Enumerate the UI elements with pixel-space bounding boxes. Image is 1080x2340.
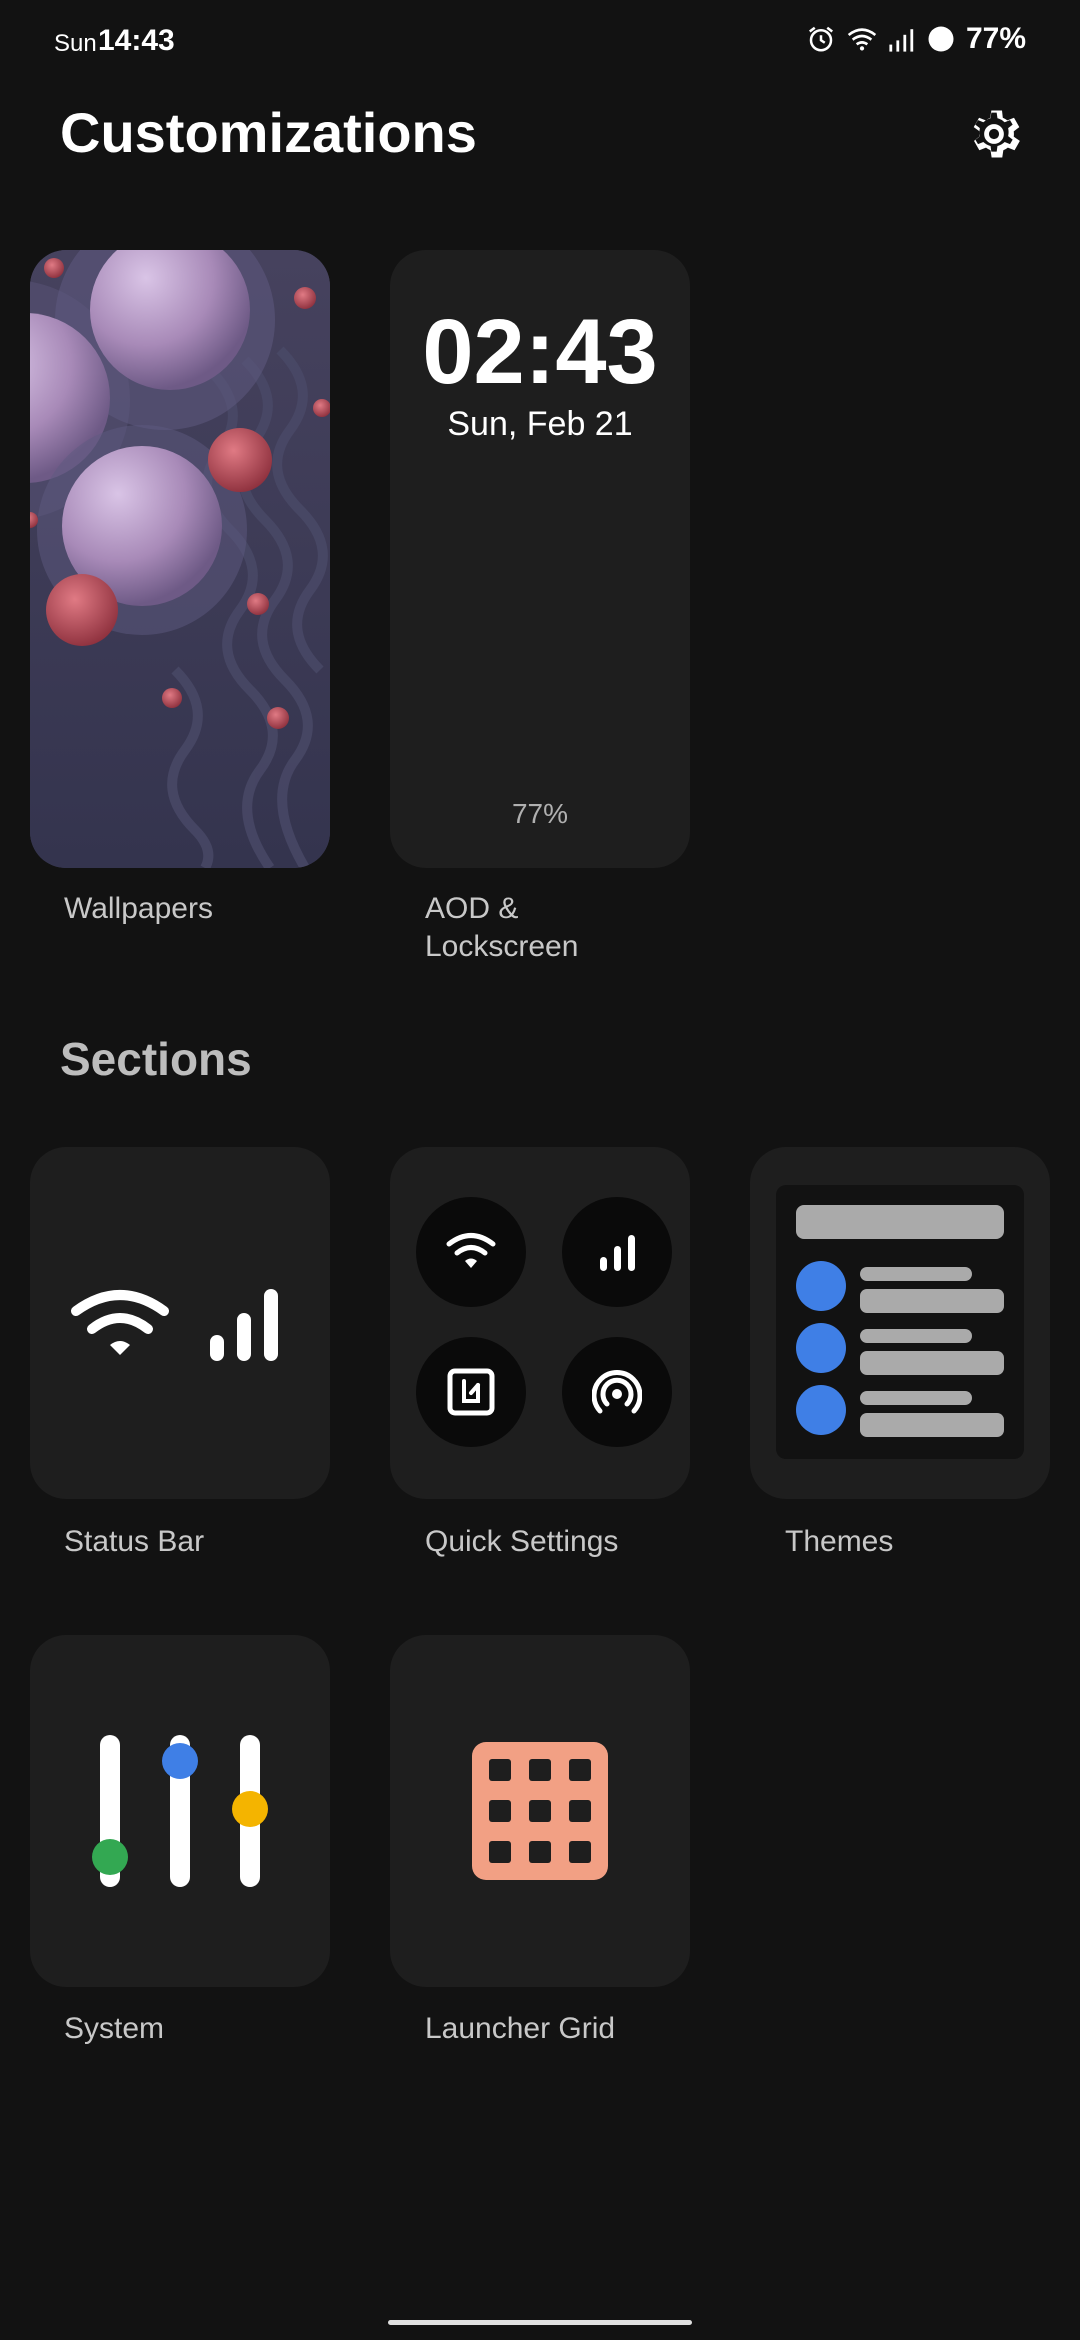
status-bar: Sun 14:43 77%: [0, 0, 1080, 80]
themes-preview-header: [796, 1205, 1004, 1239]
quick-settings-card[interactable]: [390, 1147, 690, 1499]
wallpaper-preview: [30, 250, 330, 868]
wallpapers-card[interactable]: [30, 250, 330, 868]
system-label: System: [64, 2012, 165, 2045]
status-day: Sun: [54, 30, 97, 57]
aod-label: AOD & Lockscreen: [425, 890, 578, 966]
aod-lockscreen-card[interactable]: 02:43 Sun, Feb 21 77%: [390, 250, 690, 868]
launcher-grid-label: Launcher Grid: [425, 2012, 616, 2045]
battery-percent: 77%: [965, 22, 1026, 55]
themes-card[interactable]: [750, 1147, 1050, 1499]
battery-icon: [928, 26, 954, 52]
page-title: Customizations: [60, 101, 477, 164]
qs-tile-signal: [562, 1197, 672, 1307]
signal-icon: [889, 29, 914, 52]
sections-title: Sections: [60, 1033, 252, 1085]
wallpapers-label: Wallpapers: [64, 892, 213, 925]
quick-settings-label: Quick Settings: [425, 1525, 619, 1558]
signal-icon: [600, 1235, 635, 1271]
alarm-icon: [808, 26, 833, 52]
qs-tile-wifi: [416, 1197, 526, 1307]
status-time: 14:43: [98, 24, 175, 57]
status-bar-label: Status Bar: [64, 1525, 205, 1558]
wifi-icon: [446, 1233, 496, 1268]
qs-tile-nfc: [416, 1337, 526, 1447]
themes-preview: [776, 1185, 1024, 1459]
launcher-grid-card[interactable]: [390, 1635, 690, 1987]
aod-label-line1: AOD &: [425, 892, 519, 925]
signal-icon: [210, 1289, 278, 1361]
themes-label: Themes: [785, 1525, 894, 1558]
aod-label-line2: Lockscreen: [425, 930, 579, 963]
aod-time: 02:43: [422, 301, 658, 403]
status-bar-card[interactable]: [30, 1147, 330, 1499]
grid-icon: [472, 1742, 608, 1880]
wifi-icon: [71, 1290, 169, 1355]
system-card[interactable]: [30, 1635, 330, 1987]
aod-battery: 77%: [511, 798, 569, 829]
sliders-icon: [92, 1735, 268, 1887]
settings-gear-icon[interactable]: [962, 102, 1026, 166]
home-indicator[interactable]: [388, 2320, 692, 2325]
aod-date: Sun, Feb 21: [447, 405, 633, 443]
hotspot-icon: [592, 1370, 642, 1414]
nfc-icon: [447, 1368, 495, 1416]
wifi-icon: [847, 28, 877, 51]
qs-tile-hotspot: [562, 1337, 672, 1447]
